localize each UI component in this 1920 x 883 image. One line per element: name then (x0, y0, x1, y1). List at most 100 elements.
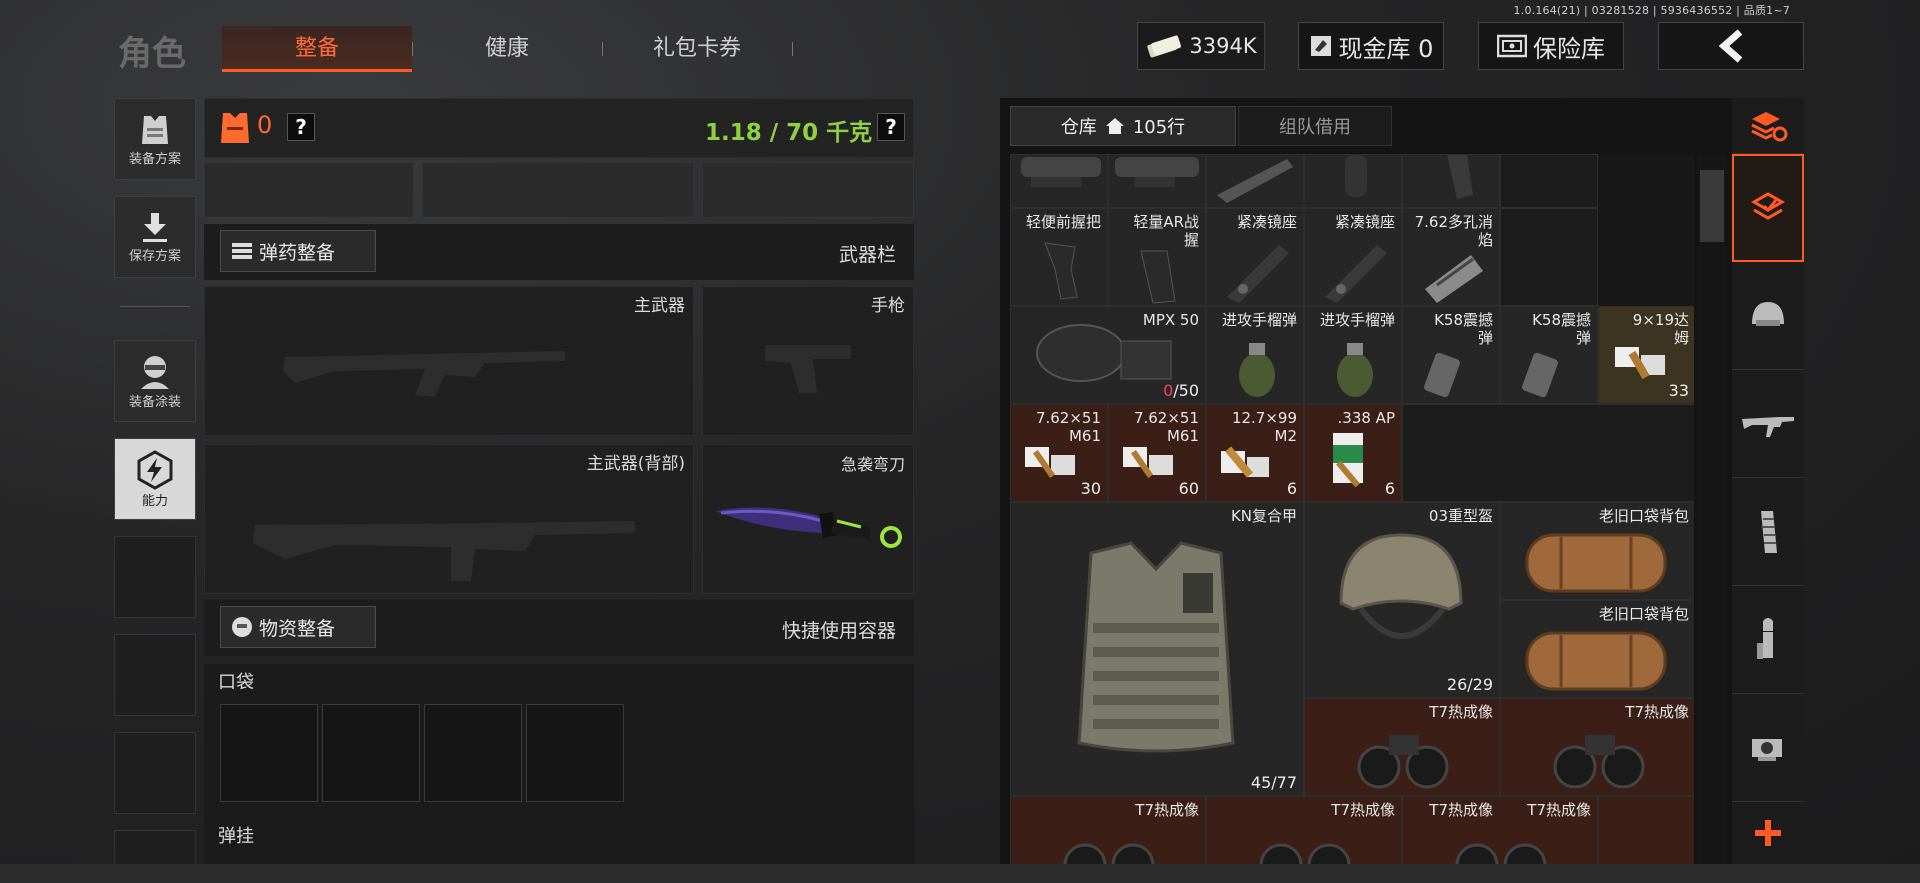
help-icon[interactable]: ? (877, 113, 905, 141)
skin-button[interactable]: 装备涂装 (114, 340, 196, 422)
back-button[interactable] (1658, 22, 1804, 70)
tab-gift-cards[interactable]: 礼包卡券 (602, 26, 792, 72)
grid-item[interactable]: T7热成像 (1500, 698, 1694, 796)
quick-slot[interactable] (204, 162, 414, 218)
grid-item[interactable]: T7热成像 T7热成像 (1402, 796, 1598, 864)
supplies-loadout-label: 物资整备 (259, 617, 336, 640)
item-count: 26/29 (1446, 675, 1493, 694)
grid-item[interactable] (1304, 154, 1402, 208)
money-display[interactable]: 3394K (1137, 22, 1265, 70)
stun-grenade-icon (1522, 352, 1558, 398)
grid-item[interactable]: K58震撼弹 (1402, 306, 1500, 404)
ability-button[interactable]: 能力 (114, 438, 196, 520)
grid-item[interactable]: 03重型盔 26/29 (1304, 502, 1500, 698)
sort-button[interactable] (1732, 98, 1804, 154)
grid-item[interactable]: 12.7×99 M2 6 (1206, 404, 1304, 502)
item-name: K58震撼弹 (1434, 311, 1493, 347)
stun-grenade-icon (1424, 352, 1460, 398)
grid-item[interactable]: 老旧口袋背包 (1500, 600, 1694, 698)
item-name: KN复合甲 (1230, 507, 1297, 525)
safe-button[interactable]: 保险库 (1478, 22, 1624, 70)
grid-item[interactable] (1010, 154, 1108, 208)
soldier-icon (141, 355, 169, 389)
cash-vault-button[interactable]: 现金库 0 (1298, 22, 1444, 70)
save-plan-button[interactable]: 保存方案 (114, 196, 196, 278)
grid-item[interactable]: 紧凑镜座 (1304, 208, 1402, 306)
grid-item[interactable]: 紧凑镜座 (1206, 208, 1304, 306)
pocket-slot[interactable] (220, 704, 318, 802)
grid-item[interactable]: 轻便前握把 (1010, 208, 1108, 306)
grid-item[interactable]: T7热成像 (1010, 796, 1206, 864)
quick-slot[interactable] (422, 162, 694, 218)
category-ammo[interactable] (1732, 586, 1804, 694)
help-icon[interactable]: ? (287, 113, 315, 141)
grid-item[interactable] (1402, 154, 1500, 208)
grid-item[interactable]: 7.62多孔消焰 (1402, 208, 1500, 306)
grid-item[interactable]: MPX 50 0/50 (1010, 306, 1206, 404)
back-weapon-slot[interactable]: 主武器(背部) (204, 444, 694, 594)
item-name: K58震撼弹 (1532, 311, 1591, 347)
grid-item[interactable] (1598, 796, 1694, 864)
supplies-loadout-button[interactable]: 物资整备 (220, 606, 376, 648)
money-amount: 3394K (1189, 34, 1257, 58)
grid-empty (1402, 404, 1694, 502)
grid-item[interactable]: 进攻手榴弹 (1304, 306, 1402, 404)
grid-item[interactable]: 老旧口袋背包 (1500, 502, 1694, 600)
ammo-loadout-label: 弹药整备 (259, 241, 336, 264)
safe-label: 保险库 (1533, 34, 1605, 63)
save-plan-label: 保存方案 (128, 248, 181, 264)
grid-item[interactable]: T7热成像 (1206, 796, 1402, 864)
tab-warehouse[interactable]: 仓库 105行 (1010, 106, 1236, 146)
rig-label: 弹挂 (218, 826, 254, 847)
item-name: .338 AP (1337, 409, 1395, 427)
sidebar-divider (120, 306, 190, 307)
grid-item[interactable]: KN复合甲 45/77 (1010, 502, 1304, 796)
storage-scrollbar[interactable] (1698, 154, 1726, 864)
pocket-slot[interactable] (424, 704, 522, 802)
ammo-box-icon (1615, 347, 1665, 380)
melee-label: 急袭弯刀 (840, 455, 905, 474)
item-name: T7热成像 (1625, 703, 1689, 721)
item-name: T7热成像 (1429, 801, 1493, 819)
scope-icon (1021, 157, 1101, 187)
grid-item[interactable]: .338 AP 6 (1304, 404, 1402, 502)
ammo-loadout-button[interactable]: 弹药整备 (220, 230, 376, 272)
mount-icon (1217, 159, 1293, 203)
skin-label: 装备涂装 (128, 394, 181, 410)
melee-slot[interactable]: 急袭弯刀 (702, 444, 914, 594)
grid-item[interactable]: 进攻手榴弹 (1206, 306, 1304, 404)
category-helmet[interactable] (1732, 262, 1804, 370)
scrollbar-thumb[interactable] (1700, 170, 1724, 242)
grid-item[interactable]: K58震撼弹 (1500, 306, 1598, 404)
category-weapon[interactable] (1732, 370, 1804, 478)
grid-item[interactable]: 7.62×51 M61 60 (1108, 404, 1206, 502)
version-text: 1.0.164(21) | 03281528 | 5936436552 | 品质… (1513, 4, 1790, 17)
item-name: T7热成像 (1429, 703, 1493, 721)
category-magazine[interactable] (1732, 478, 1804, 586)
item-count: 30 (1080, 479, 1101, 498)
quick-slot[interactable] (702, 162, 914, 218)
tab-health[interactable]: 健康 (412, 26, 602, 72)
grid-item[interactable]: T7热成像 (1304, 698, 1500, 796)
armor-count: 0 (257, 111, 273, 139)
loadout-plan-button[interactable]: 装备方案 (114, 98, 196, 180)
grid-item[interactable]: 9×19达姆 33 (1598, 306, 1694, 404)
grid-empty (1500, 208, 1598, 306)
grid-item[interactable]: 7.62×51 M61 30 (1010, 404, 1108, 502)
item-name: T7热成像 (1527, 801, 1591, 819)
category-all[interactable] (1732, 154, 1804, 262)
tab-loadout[interactable]: 整备 (222, 26, 412, 72)
pocket-slot[interactable] (526, 704, 624, 802)
plus-icon (1755, 820, 1781, 846)
category-attachment[interactable] (1732, 694, 1804, 802)
grid-item[interactable]: 轻量AR战握 (1108, 208, 1206, 306)
helmet-icon (1339, 533, 1463, 639)
grid-item[interactable] (1206, 154, 1304, 208)
primary-weapon-slot[interactable]: 主武器 (204, 286, 694, 436)
pocket-slot[interactable] (322, 704, 420, 802)
add-button[interactable] (1732, 802, 1804, 864)
grid-item[interactable] (1108, 154, 1206, 208)
pistol-slot[interactable]: 手枪 (702, 286, 914, 436)
tab-team-borrow[interactable]: 组队借用 (1238, 106, 1392, 146)
pocket-area: 口袋 弹挂 (204, 664, 914, 864)
